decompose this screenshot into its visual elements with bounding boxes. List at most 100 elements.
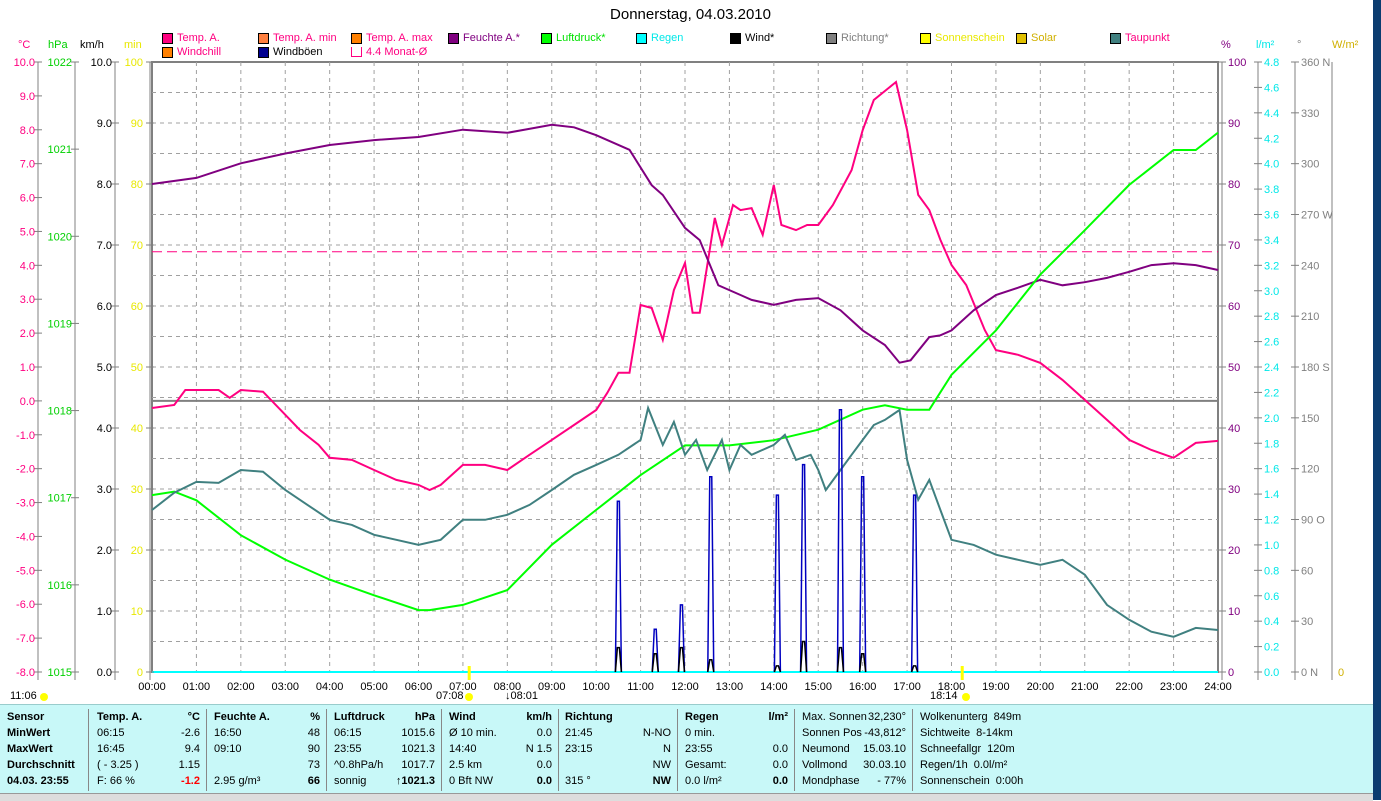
col-temp: Temp. A. °C 06:15 -2.6 16:45 9.4 ( - 3.25 ) 1.1… <box>90 709 207 791</box>
cell-value: N 1.5 <box>525 743 552 755</box>
col-title: Regen <box>685 711 719 723</box>
cell-label: 16:45 <box>97 743 125 755</box>
table-row: Gesamt: 0.0 <box>678 757 794 773</box>
table-row: F: 66 % -1.2 <box>90 773 206 789</box>
x-tick-label: 00:00 <box>138 681 166 693</box>
axis-tick-label: 60 <box>131 301 143 313</box>
x-tick-label: 06:00 <box>405 681 433 693</box>
table-row: Mondphase - 77% <box>795 773 912 789</box>
x-tick-label: 02:00 <box>227 681 255 693</box>
axis-tick-label: 2.2 <box>1264 387 1279 399</box>
table-row: Sonnen Pos -43,812° <box>795 725 912 741</box>
col-unit: km/h <box>526 711 552 723</box>
axis-tick-label: 1.0 <box>97 606 112 618</box>
axis-tick-label: 90 <box>131 118 143 130</box>
table-row: Regen/1h 0.0l/m² <box>913 757 1040 773</box>
row-label: MinWert <box>7 727 51 739</box>
axis-tick-label: 2.4 <box>1264 362 1279 374</box>
table-row: 315 ° NW <box>558 773 677 789</box>
cell-value: 1015.6 <box>401 727 435 739</box>
axis-tick-label: 8.0 <box>97 179 112 191</box>
axis-tick-label: 30 <box>1228 484 1240 496</box>
x-tick-label: 20:00 <box>1027 681 1055 693</box>
col-sensor: Sensor MinWert MaxWert Durchschnitt 04.0… <box>0 709 89 791</box>
axis-tick-label: -1.0 <box>16 430 35 442</box>
axis-tick-label: 50 <box>131 362 143 374</box>
axis-tick-label: 0.8 <box>1264 565 1279 577</box>
cell-label: Neumond <box>802 743 850 755</box>
sunrise-time: 07:08 <box>436 690 464 702</box>
col-misc: Wolkenunterg 849m Sichtweite 8-14km Schneefa… <box>913 709 1040 791</box>
x-tick-label: 21:00 <box>1071 681 1099 693</box>
cell-value: 0.0 <box>772 759 788 771</box>
col-header: Temp. A. °C <box>90 709 206 725</box>
x-tick-label: 11:00 <box>627 681 654 693</box>
window-edge <box>1373 0 1381 800</box>
cell-value: 120m <box>987 743 1015 755</box>
axis-tick-label: 100 <box>1228 57 1246 69</box>
axis-tick-label: 3.2 <box>1264 260 1279 272</box>
col-title: Feuchte A. <box>214 711 270 723</box>
table-row: 0 Bft NW 0.0 <box>442 773 558 789</box>
axis-tick-label: 3.0 <box>1264 286 1279 298</box>
table-row: 16:45 9.4 <box>90 741 206 757</box>
axis-tick-label: 2.6 <box>1264 337 1279 349</box>
axis-tick-label: 7.0 <box>97 240 112 252</box>
cell-label: ^0.8hPa/h <box>334 759 384 771</box>
cell-value: 0.0 <box>772 775 788 787</box>
axis-tick-label: 30 <box>131 484 143 496</box>
table-row: 06:15 1015.6 <box>327 725 441 741</box>
axis-tick-label: 4.2 <box>1264 133 1279 145</box>
cell-label: 0 Bft NW <box>449 775 494 787</box>
col-header: Regen l/m² <box>678 709 794 725</box>
col-unit: % <box>310 711 320 723</box>
cell-label: 06:15 <box>334 727 362 739</box>
axis-tick-label: 180 S <box>1301 362 1330 374</box>
cell-label: Max. Sonnen <box>802 711 867 723</box>
x-tick-label: 10:00 <box>582 681 610 693</box>
cell-label: Sichtweite <box>920 727 971 739</box>
x-tick-label: 01:00 <box>183 681 211 693</box>
table-row: 2.95 g/m³ 66 <box>207 773 326 789</box>
cell-value: N <box>663 743 671 755</box>
table-row: Wolkenunterg 849m <box>913 709 1040 725</box>
x-tick-label: 16:00 <box>849 681 877 693</box>
axis-tick-label: 80 <box>1228 179 1240 191</box>
axis-tick-label: 240 <box>1301 260 1319 272</box>
axis-tick-label: 1018 <box>48 406 72 418</box>
axis-tick-label: 4.4 <box>1264 108 1279 120</box>
axis-tick-label: 1015 <box>48 667 72 679</box>
x-tick-label: 15:00 <box>804 681 832 693</box>
cell-value: 15.03.10 <box>863 743 906 755</box>
table-row: 06:15 -2.6 <box>90 725 206 741</box>
table-row: ( - 3.25 ) 1.15 <box>90 757 206 773</box>
col-header: Richtung <box>558 709 677 725</box>
x-tick-label: 24:00 <box>1204 681 1232 693</box>
col-hum: Feuchte A.% 16:50 48 09:10 90 73 2.95 g/m³ 66 <box>207 709 327 791</box>
table-row: 09:10 90 <box>207 741 326 757</box>
sunrise-marker <box>467 666 471 680</box>
cell-label: Sonnenschein <box>920 775 990 787</box>
axis-tick-label: 60 <box>1228 301 1240 313</box>
axis-tick-label: 0.0 <box>20 396 35 408</box>
axis-tick-label: 0.6 <box>1264 591 1279 603</box>
col-header: Luftdruck hPa <box>327 709 441 725</box>
cell-value: 0:00h <box>995 775 1024 787</box>
x-tick-label: 17:00 <box>893 681 921 693</box>
cell-label: 06:15 <box>97 727 125 739</box>
x-tick-label: 14:00 <box>760 681 788 693</box>
axis-tick-label: 4.8 <box>1264 57 1279 69</box>
sun-icon <box>465 693 473 701</box>
cell-label: 14:40 <box>449 743 477 755</box>
col-sun: Max. Sonnen 32,230° Sonnen Pos -43,812° Neum… <box>795 709 913 791</box>
axis-tick-label: 3.4 <box>1264 235 1279 247</box>
cell-value: 1.15 <box>178 759 200 771</box>
cell-label: 315 ° <box>565 775 591 787</box>
sunset-marker <box>960 666 964 680</box>
cell-value: 0.0 <box>536 759 552 771</box>
axis-tick-label: 1.8 <box>1264 438 1279 450</box>
x-tick-label: 23:00 <box>1160 681 1188 693</box>
cell-value: NW <box>652 775 671 787</box>
table-row: Sichtweite 8-14km <box>913 725 1040 741</box>
table-row: 0.0 l/m² 0.0 <box>678 773 794 789</box>
